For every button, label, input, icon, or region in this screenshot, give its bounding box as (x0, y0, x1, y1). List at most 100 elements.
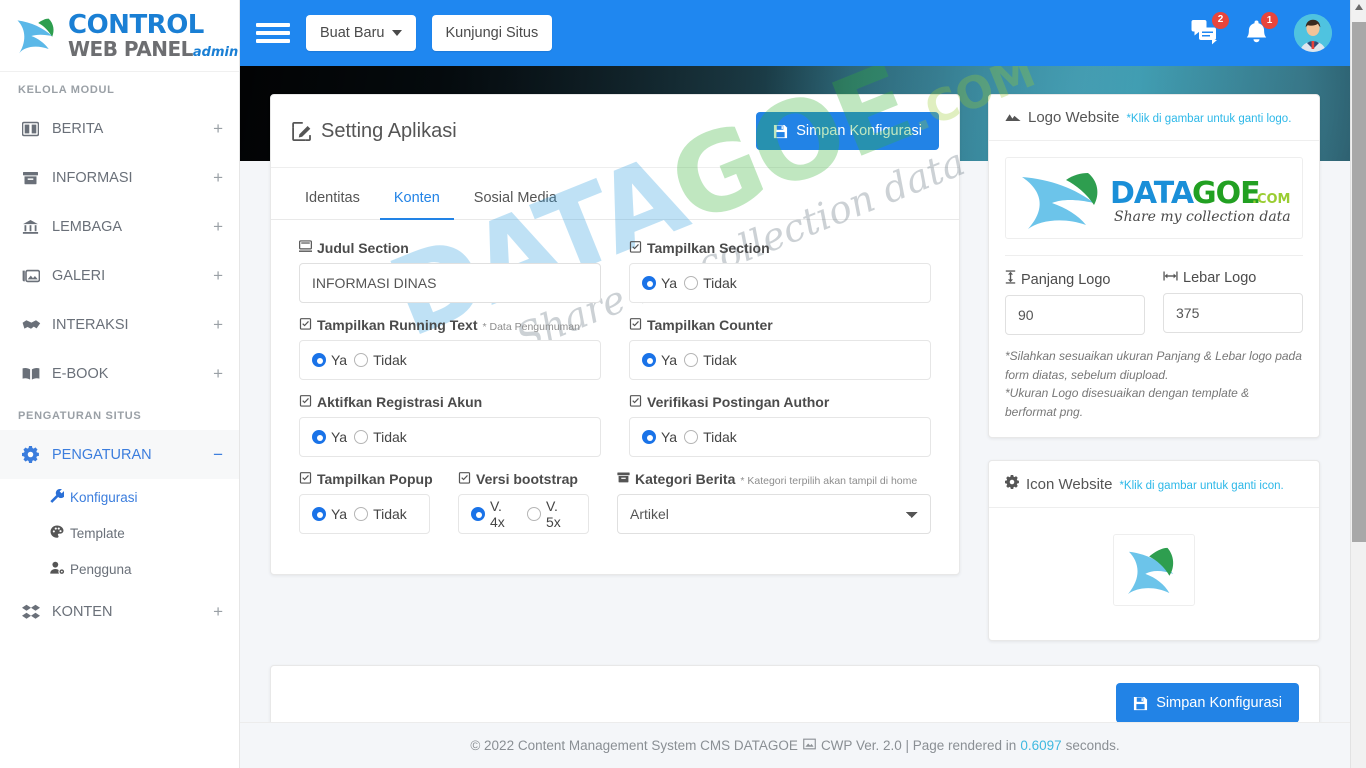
height-icon (1005, 270, 1016, 287)
radio-dot (642, 353, 656, 367)
field-label: Tampilkan Running Text * Data Pengumuman (299, 317, 601, 333)
radio-tidak[interactable]: Tidak (354, 506, 407, 522)
logo-card-body: DATA GOE .COM Share my collection data (989, 141, 1319, 437)
brand-line2: WEB PANEL (68, 37, 193, 61)
user-avatar[interactable] (1294, 14, 1332, 52)
field-panjang-logo: Panjang Logo (1005, 270, 1145, 335)
radio-label: Tidak (373, 506, 407, 522)
radio-label: V. 5x (546, 498, 576, 530)
logo-image-uploader[interactable]: DATA GOE .COM Share my collection data (1005, 157, 1303, 239)
save-config-label: Simpan Konfigurasi (1156, 695, 1282, 711)
sidebar-item-interaksi[interactable]: INTERAKSI + (0, 300, 239, 349)
radio-label: Tidak (373, 429, 407, 445)
hamburger-icon[interactable] (256, 21, 290, 45)
kategori-berita-select[interactable]: Artikel (617, 494, 931, 534)
sidebar-item-galeri[interactable]: GALERI + (0, 251, 239, 300)
icon-card-note: *Klik di gambar untuk ganti icon. (1119, 480, 1283, 492)
sidebar-item-berita[interactable]: BERITA + (0, 104, 239, 153)
field-hint: * Kategori terpilih akan tampil di home (740, 475, 917, 487)
gear-icon (22, 446, 44, 463)
expander-icon[interactable]: + (213, 169, 223, 186)
svg-text:DATA: DATA (1110, 176, 1195, 211)
field-running-text: Tampilkan Running Text * Data Pengumuman… (299, 317, 601, 380)
expander-icon[interactable]: + (213, 120, 223, 137)
radio-label: Ya (331, 506, 347, 522)
radio-ya[interactable]: Ya (312, 429, 347, 445)
visit-site-button[interactable]: Kunjungi Situs (432, 15, 553, 51)
radio-label: Tidak (703, 352, 737, 368)
icon-card-header: Icon Website *Klik di gambar untuk ganti… (989, 461, 1319, 508)
sidebar-item-pengaturan[interactable]: PENGATURAN − (0, 430, 239, 479)
expander-icon[interactable]: + (213, 365, 223, 382)
page-title-text: Setting Aplikasi (321, 120, 457, 143)
columns-icon (22, 121, 44, 137)
tab-konten[interactable]: Konten (380, 182, 454, 220)
sidebar-item-lembaga[interactable]: LEMBAGA + (0, 202, 239, 251)
radio-ya[interactable]: Ya (312, 352, 347, 368)
radio-label: Ya (661, 429, 677, 445)
field-label: Tampilkan Popup (299, 471, 430, 487)
page-scrollbar[interactable] (1350, 0, 1366, 768)
save-config-button-top[interactable]: Simpan Konfigurasi (756, 112, 939, 150)
judul-section-input[interactable] (299, 263, 601, 303)
radio-label: V. 4x (490, 498, 520, 530)
field-label-text: Tampilkan Counter (647, 317, 773, 333)
expander-icon[interactable]: + (213, 218, 223, 235)
notifications-button[interactable]: 1 (1245, 19, 1268, 47)
radio-tidak[interactable]: Tidak (354, 352, 407, 368)
radio-v4x[interactable]: V. 4x (471, 498, 520, 530)
radio-ya[interactable]: Ya (312, 506, 347, 522)
sidebar-item-informasi[interactable]: INFORMASI + (0, 153, 239, 202)
icon-card-body (989, 508, 1319, 640)
tab-sosial-media[interactable]: Sosial Media (460, 182, 571, 220)
book-open-icon (22, 366, 44, 382)
sidebar-item-konten[interactable]: KONTEN + (0, 587, 239, 636)
tab-identitas[interactable]: Identitas (291, 182, 374, 220)
sidebar-subitem-pengguna[interactable]: Pengguna (0, 551, 239, 587)
header-actions: 2 1 (1191, 14, 1350, 52)
radio-v5x[interactable]: V. 5x (527, 498, 576, 530)
icon-image-uploader[interactable] (1113, 534, 1195, 606)
logo-note-1: *Silahkan sesuaikan ukuran Panjang & Leb… (1005, 347, 1303, 384)
radio-dot (312, 353, 326, 367)
width-icon (1163, 270, 1178, 285)
radio-ya[interactable]: Ya (642, 429, 677, 445)
expander-icon[interactable]: + (213, 603, 223, 620)
sidebar-item-ebook[interactable]: E-BOOK + (0, 349, 239, 398)
handshake-icon (22, 317, 44, 333)
expander-icon[interactable]: + (213, 316, 223, 333)
create-new-button[interactable]: Buat Baru (306, 15, 416, 51)
brand-logo-area[interactable]: CONTROL WEB PANELadmin (0, 0, 239, 72)
lebar-logo-input[interactable] (1163, 293, 1303, 333)
radio-ya[interactable]: Ya (642, 275, 677, 291)
expander-icon[interactable]: + (213, 267, 223, 284)
field-label: Kategori Berita * Kategori terpilih akan… (617, 471, 931, 487)
radio-dot (312, 507, 326, 521)
field-kategori-berita: Kategori Berita * Kategori terpilih akan… (617, 471, 931, 534)
radio-tidak[interactable]: Tidak (684, 275, 737, 291)
checklist-icon (629, 317, 642, 333)
sidebar-subitem-konfigurasi[interactable]: Konfigurasi (0, 479, 239, 515)
sidebar-item-label: INTERAKSI (52, 317, 213, 333)
sidebar-item-label: BERITA (52, 121, 213, 137)
create-new-label: Buat Baru (320, 25, 385, 41)
field-label: Lebar Logo (1163, 270, 1303, 286)
sidebar-section-kelola-modul: KELOLA MODUL (0, 72, 239, 104)
sidebar-subitem-template[interactable]: Template (0, 515, 239, 551)
logo-card-title: Logo Website (1028, 109, 1119, 126)
collapse-icon[interactable]: − (213, 446, 223, 463)
radio-tidak[interactable]: Tidak (684, 429, 737, 445)
radio-ya[interactable]: Ya (642, 352, 677, 368)
checklist-icon (458, 471, 471, 487)
bootstrap-radios: V. 4x V. 5x (458, 494, 589, 534)
field-registrasi-akun: Aktifkan Registrasi Akun Ya Tidak (299, 394, 601, 457)
field-label: Panjang Logo (1005, 270, 1145, 288)
messages-button[interactable]: 2 (1191, 19, 1219, 48)
form-row-4: Tampilkan Popup Ya Tidak (299, 471, 931, 534)
scrollbar-thumb[interactable] (1352, 22, 1366, 542)
save-config-button-bottom[interactable]: Simpan Konfigurasi (1116, 683, 1299, 723)
panjang-logo-input[interactable] (1005, 295, 1145, 335)
radio-tidak[interactable]: Tidak (354, 429, 407, 445)
radio-tidak[interactable]: Tidak (684, 352, 737, 368)
scroll-up-arrow-icon[interactable] (1354, 2, 1364, 12)
